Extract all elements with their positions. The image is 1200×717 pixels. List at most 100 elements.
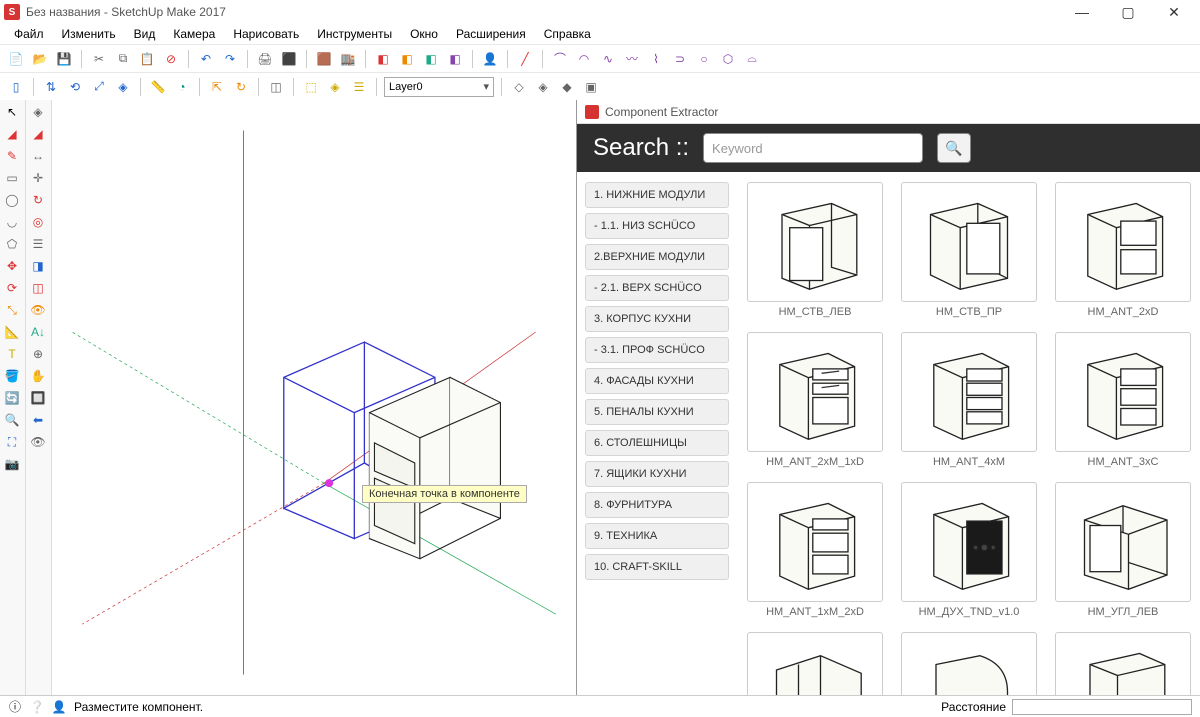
spline-icon[interactable]: ⊃ <box>670 49 690 69</box>
walk-icon[interactable]: 👁 <box>28 300 48 320</box>
rect-icon[interactable]: ▭ <box>2 168 22 188</box>
minimize-button[interactable]: ― <box>1068 4 1096 21</box>
menu-draw[interactable]: Нарисовать <box>225 25 307 43</box>
thumb-image[interactable] <box>747 482 883 602</box>
thumb-image[interactable] <box>747 332 883 452</box>
text-icon[interactable]: T <box>2 344 22 364</box>
zoom-win-icon[interactable]: 🔲 <box>28 388 48 408</box>
rotate-icon[interactable]: ⟲ <box>65 77 85 97</box>
scale2-icon[interactable]: ⤡ <box>2 300 22 320</box>
make-comp-icon[interactable]: ◈ <box>28 102 48 122</box>
orbit-icon[interactable]: 🔄 <box>2 388 22 408</box>
model-icon[interactable]: ⬛ <box>279 49 299 69</box>
menu-ext[interactable]: Расширения <box>448 25 534 43</box>
close-button[interactable]: ✕ <box>1160 4 1188 21</box>
layer-select[interactable]: Layer0 <box>384 77 494 97</box>
scale-icon[interactable]: ⤢ <box>89 77 109 97</box>
eye-icon[interactable]: 👁 <box>28 432 48 452</box>
offset2-icon[interactable]: ◎ <box>28 212 48 232</box>
category-item[interactable]: 4. ФАСАДЫ КУХНИ <box>585 368 729 394</box>
thumb-image[interactable] <box>1055 182 1191 302</box>
geo-icon[interactable]: 👤 <box>52 700 66 714</box>
undo-icon[interactable]: ↶ <box>196 49 216 69</box>
category-item[interactable]: 5. ПЕНАЛЫ КУХНИ <box>585 399 729 425</box>
category-item[interactable]: 6. СТОЛЕШНИЦЫ <box>585 430 729 456</box>
menu-edit[interactable]: Изменить <box>54 25 124 43</box>
circle-icon[interactable]: ○ <box>694 49 714 69</box>
section-icon[interactable]: ◫ <box>266 77 286 97</box>
prev-icon[interactable]: ⬅ <box>28 410 48 430</box>
paste-icon[interactable]: 📋 <box>137 49 157 69</box>
category-item[interactable]: 3. КОРПУС КУХНИ <box>585 306 729 332</box>
position-icon[interactable]: ⊕ <box>28 344 48 364</box>
dim-icon[interactable]: ↔ <box>28 146 48 166</box>
style1-icon[interactable]: ◇ <box>509 77 529 97</box>
paint2-icon[interactable]: 🪣 <box>2 366 22 386</box>
copy-icon[interactable]: ⧉ <box>113 49 133 69</box>
category-item[interactable]: 2.ВЕРХНИЕ МОДУЛИ <box>585 244 729 270</box>
print-icon[interactable]: 🖨 <box>255 49 275 69</box>
pan-icon[interactable]: ✋ <box>28 366 48 386</box>
category-item[interactable]: 9. ТЕХНИКА <box>585 523 729 549</box>
cut-icon[interactable]: ✂ <box>89 49 109 69</box>
thumb-image[interactable] <box>901 332 1037 452</box>
category-item[interactable]: - 2.1. ВЕРХ SCHÜCO <box>585 275 729 301</box>
erase-icon[interactable]: ⊘ <box>161 49 181 69</box>
menu-help[interactable]: Справка <box>536 25 599 43</box>
menu-file[interactable]: Файл <box>6 25 52 43</box>
camera-icon[interactable]: 📷 <box>2 454 22 474</box>
poly-icon[interactable]: ⬠ <box>2 234 22 254</box>
follow2-icon[interactable]: ↻ <box>28 190 48 210</box>
open-icon[interactable]: 📂 <box>30 49 50 69</box>
category-item[interactable]: 8. ФУРНИТУРА <box>585 492 729 518</box>
move-icon[interactable]: ⇅ <box>41 77 61 97</box>
arc-icon[interactable]: ⌒ <box>550 49 570 69</box>
thumb-image[interactable] <box>901 182 1037 302</box>
redo-icon[interactable]: ↷ <box>220 49 240 69</box>
box-purple-icon[interactable]: ◧ <box>445 49 465 69</box>
box-green-icon[interactable]: ◧ <box>421 49 441 69</box>
arc3-icon[interactable]: ◡ <box>2 212 22 232</box>
eraser-icon[interactable]: ◢ <box>2 124 22 144</box>
thumb-image[interactable] <box>747 632 883 695</box>
new-icon[interactable]: 📄 <box>6 49 26 69</box>
save-icon[interactable]: 💾 <box>54 49 74 69</box>
tape-icon[interactable]: 📏 <box>148 77 168 97</box>
pushpull-icon[interactable]: ⇱ <box>207 77 227 97</box>
menu-camera[interactable]: Камера <box>165 25 223 43</box>
curve-icon[interactable]: ∿ <box>598 49 618 69</box>
group-icon[interactable]: ⬚ <box>301 77 321 97</box>
move2-icon[interactable]: ✥ <box>2 256 22 276</box>
polygon-icon[interactable]: ⬡ <box>718 49 738 69</box>
component-icon[interactable]: ◈ <box>325 77 345 97</box>
menu-tools[interactable]: Инструменты <box>309 25 400 43</box>
thumb-image[interactable] <box>1055 482 1191 602</box>
help-icon[interactable]: ❔ <box>30 700 44 714</box>
arc2-icon[interactable]: ◠ <box>574 49 594 69</box>
category-item[interactable]: - 1.1. НИЗ SCHÜCO <box>585 213 729 239</box>
text2-icon[interactable]: A↓ <box>28 322 48 342</box>
category-item[interactable]: 7. ЯЩИКИ КУХНИ <box>585 461 729 487</box>
circle2-icon[interactable]: ◯ <box>2 190 22 210</box>
material-icon[interactable]: ◨ <box>28 256 48 276</box>
outliner2-icon[interactable]: ☰ <box>28 234 48 254</box>
zoom-ext-icon[interactable]: ⛶ <box>2 432 22 452</box>
distance-input[interactable] <box>1012 699 1192 715</box>
maximize-button[interactable]: ▢ <box>1114 4 1142 21</box>
axes-icon[interactable]: ✛ <box>28 168 48 188</box>
box-orange-icon[interactable]: ◧ <box>397 49 417 69</box>
category-item[interactable]: 1. НИЖНИЕ МОДУЛИ <box>585 182 729 208</box>
info-icon[interactable]: ⓘ <box>8 700 22 714</box>
pointer-icon[interactable]: ↖ <box>2 102 22 122</box>
style3-icon[interactable]: ◆ <box>557 77 577 97</box>
bezier-icon[interactable]: ⌇ <box>646 49 666 69</box>
warehouse-icon[interactable]: 🏬 <box>338 49 358 69</box>
thumb-image[interactable] <box>1055 332 1191 452</box>
thumb-image[interactable] <box>747 182 883 302</box>
paint3-icon[interactable]: ◢ <box>28 124 48 144</box>
thumb-image[interactable] <box>901 482 1037 602</box>
style4-icon[interactable]: ▣ <box>581 77 601 97</box>
viewport[interactable]: Конечная точка в компоненте <box>52 100 576 695</box>
zoom-icon[interactable]: 🔍 <box>2 410 22 430</box>
paint-icon[interactable]: 🟫 <box>314 49 334 69</box>
